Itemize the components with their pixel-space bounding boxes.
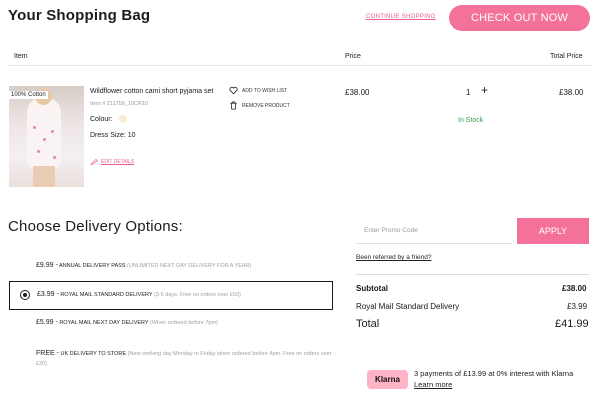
pencil-icon[interactable] [90, 159, 98, 165]
column-header-item: Item [14, 53, 28, 60]
heart-icon[interactable] [229, 86, 238, 95]
checkout-button[interactable]: CHECK OUT NOW [449, 5, 590, 31]
product-name[interactable]: Wildflower cotton cami short pyjama set [90, 88, 213, 95]
quantity-plus-button[interactable]: + [481, 84, 488, 96]
subtotal-value: £38.00 [562, 284, 587, 293]
total-label: Total [356, 318, 380, 330]
product-photo-legs [33, 166, 55, 187]
add-to-wishlist-link[interactable]: ADD TO WISH LIST [242, 88, 287, 94]
delivery-option-next-day[interactable]: £5.99 - ROYAL MAIL NEXT DAY DELIVERY (Wh… [9, 319, 333, 326]
continue-shopping-link[interactable]: CONTINUE SHOPPING [366, 14, 436, 20]
delivery-option-standard[interactable]: £3.99 - ROYAL MAIL STANDARD DELIVERY (3-… [9, 281, 333, 310]
stock-status: In Stock [458, 117, 484, 124]
cotton-badge: 100% Cotton [9, 91, 48, 99]
promo-code-input[interactable] [356, 218, 512, 244]
delivery-option-price: £5.99 - [36, 319, 58, 326]
print-dot [51, 130, 54, 133]
delivery-option-price: £9.99 - [36, 262, 58, 269]
shipping-label: Royal Mail Standard Delivery [356, 302, 460, 311]
product-image[interactable] [9, 86, 84, 187]
radio-selected-icon[interactable] [20, 290, 30, 300]
column-header-price: Price [345, 53, 361, 60]
column-header-total: Total Price [550, 53, 583, 60]
delivery-option-store[interactable]: FREE - UK DELIVERY TO STORE (Next workin… [9, 349, 333, 369]
klarna-message: 3 payments of £13.99 at 0% interest with… [414, 368, 592, 390]
print-dot [53, 156, 56, 159]
colour-swatch [119, 115, 127, 123]
page-title: Your Shopping Bag [8, 7, 151, 24]
product-total: £38.00 [559, 88, 584, 97]
header-divider [8, 65, 591, 66]
summary-divider [356, 274, 589, 275]
delivery-option-note: (When ordered before 7pm) [150, 320, 218, 326]
delivery-title: Choose Delivery Options: [8, 218, 183, 235]
referral-link[interactable]: Been referred by a friend? [356, 254, 432, 261]
apply-promo-button[interactable]: APPLY [517, 218, 589, 244]
delivery-option-name: ROYAL MAIL STANDARD DELIVERY [60, 292, 153, 298]
klarna-learn-more-link[interactable]: Learn more [414, 380, 452, 389]
quantity-value[interactable]: 1 [466, 88, 470, 97]
delivery-option-name: ROYAL MAIL NEXT DAY DELIVERY [59, 320, 149, 326]
total-value: £41.99 [555, 318, 589, 330]
product-colour-label: Colour: [90, 116, 113, 123]
delivery-option-annual-pass[interactable]: £9.99 - ANNUAL DELIVERY PASS (UNLIMITED … [9, 262, 333, 269]
product-price: £38.00 [345, 88, 370, 97]
remove-product-link[interactable]: REMOVE PRODUCT [242, 103, 290, 109]
delivery-option-price: £3.99 - [37, 291, 59, 298]
delivery-option-note: (UNLIMITED NEXT DAY DELIVERY FOR A YEAR) [127, 263, 252, 269]
trash-icon[interactable] [229, 101, 238, 110]
delivery-option-price: FREE - [36, 350, 59, 357]
delivery-option-name: UK DELIVERY TO STORE [60, 351, 127, 357]
edit-details-link[interactable]: EDIT DETAILS [101, 159, 134, 165]
delivery-option-note: (3-5 days. Free on orders over £50) [153, 292, 241, 298]
shipping-value: £3.99 [567, 302, 588, 311]
product-size: Dress Size: 10 [90, 132, 136, 139]
delivery-option-name: ANNUAL DELIVERY PASS [59, 263, 126, 269]
product-item-code: Item # 211758_10CR10 [90, 101, 148, 107]
print-dot [33, 126, 36, 129]
klarna-text: 3 payments of £13.99 at 0% interest with… [414, 369, 574, 378]
print-dot [37, 150, 40, 153]
print-dot [43, 138, 46, 141]
subtotal-label: Subtotal [356, 284, 388, 293]
klarna-logo: Klarna [367, 370, 408, 389]
